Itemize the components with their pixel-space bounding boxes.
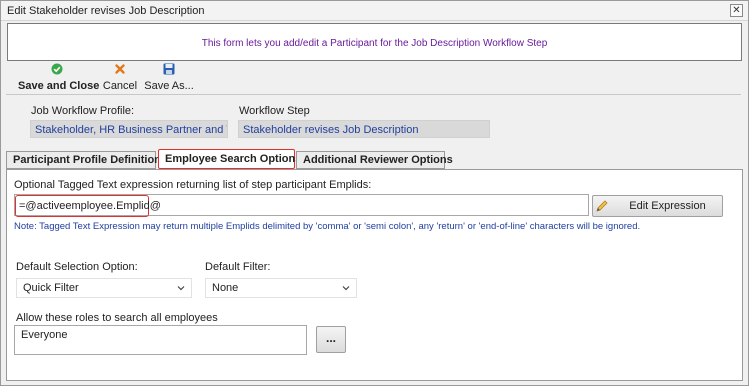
check-icon	[51, 63, 63, 75]
browse-roles-button[interactable]: ...	[316, 326, 346, 353]
roles-value: Everyone	[21, 329, 68, 341]
tab-additional-reviewer-options[interactable]: Additional Reviewer Options	[296, 151, 453, 169]
tab-strip: Participant Profile Definition Employee …	[6, 149, 746, 169]
workflow-step-field: Stakeholder revises Job Description	[238, 120, 490, 138]
default-selection-option-label: Default Selection Option:	[16, 261, 138, 273]
job-workflow-profile-field: Stakeholder, HR Business Partner and You	[30, 120, 228, 138]
default-filter-value: None	[212, 282, 239, 294]
cancel-button[interactable]: Cancel	[100, 60, 140, 92]
edit-expression-label: Edit Expression	[629, 200, 706, 212]
window-title: Edit Stakeholder revises Job Description	[7, 5, 205, 17]
cancel-x-icon	[115, 64, 125, 74]
toolbar: Save and Close Cancel Save As...	[6, 60, 741, 92]
info-banner: This form lets you add/edit a Participan…	[7, 23, 742, 61]
roles-field[interactable]: Everyone	[14, 325, 307, 355]
expression-label: Optional Tagged Text expression returnin…	[14, 179, 372, 191]
save-and-close-button[interactable]: Save and Close	[18, 60, 100, 92]
default-filter-select[interactable]: None	[205, 278, 357, 298]
save-and-close-label: Save and Close	[18, 80, 100, 92]
save-as-label: Save As...	[144, 80, 194, 92]
roles-label: Allow these roles to search all employee…	[16, 312, 218, 324]
toolbar-divider	[6, 94, 741, 95]
save-as-button[interactable]: Save As...	[144, 60, 194, 92]
default-selection-option-value: Quick Filter	[23, 282, 79, 294]
info-message: This form lets you add/edit a Participan…	[201, 38, 548, 49]
floppy-disk-icon	[163, 63, 175, 75]
edit-expression-button[interactable]: Edit Expression	[592, 195, 723, 217]
default-filter-label: Default Filter:	[205, 261, 271, 273]
expression-value: =@activeemployee.Emplid@	[15, 195, 161, 217]
cancel-label: Cancel	[102, 80, 138, 92]
workflow-step-label: Workflow Step	[239, 105, 310, 117]
pencil-icon	[596, 200, 608, 212]
chevron-down-icon	[177, 286, 185, 291]
chevron-down-icon	[342, 286, 350, 291]
tab-employee-search-options[interactable]: Employee Search Options	[158, 149, 301, 169]
expression-note: Note: Tagged Text Expression may return …	[14, 221, 641, 232]
expression-input[interactable]: =@activeemployee.Emplid@	[14, 194, 589, 217]
job-workflow-profile-label: Job Workflow Profile:	[31, 105, 135, 117]
tab-participant-profile-definition[interactable]: Participant Profile Definition	[6, 151, 161, 169]
close-icon[interactable]: ✕	[730, 4, 743, 17]
title-bar: Edit Stakeholder revises Job Description…	[1, 1, 748, 21]
default-selection-option-select[interactable]: Quick Filter	[16, 278, 192, 298]
